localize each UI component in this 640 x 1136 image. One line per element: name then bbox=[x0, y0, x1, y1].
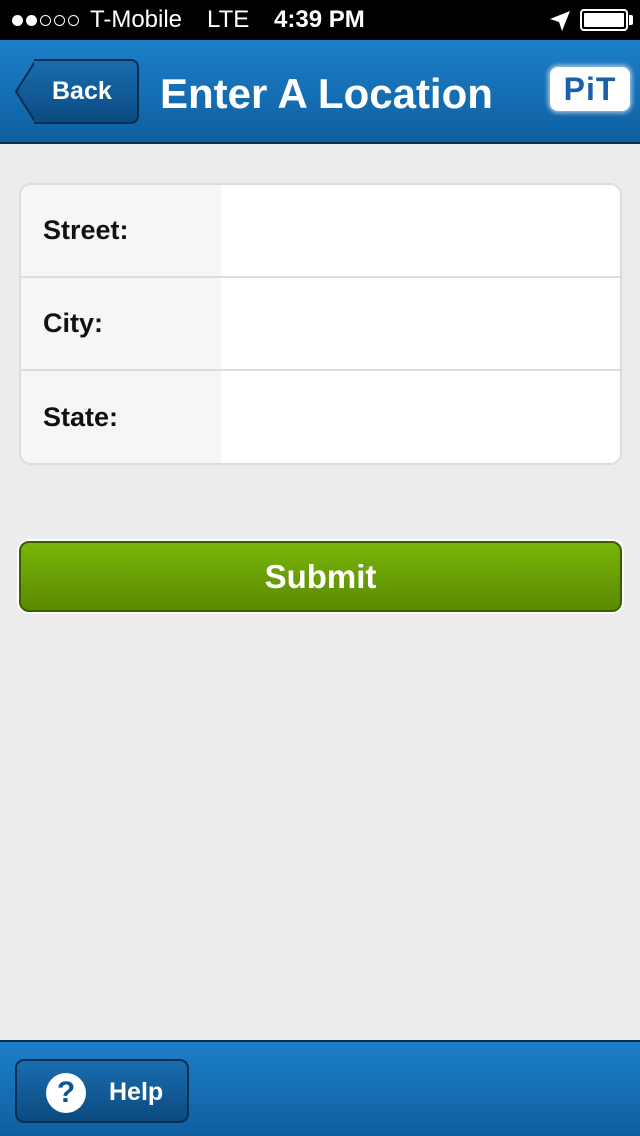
screen: T-Mobile LTE 4:39 PM Back Enter A Locati… bbox=[0, 0, 640, 1136]
city-row: City: bbox=[21, 278, 620, 371]
back-arrow-icon[interactable] bbox=[15, 59, 36, 124]
battery-level bbox=[584, 13, 624, 27]
help-icon: ? bbox=[46, 1073, 86, 1113]
back-button-label: Back bbox=[52, 77, 112, 105]
signal-dot bbox=[68, 14, 79, 26]
state-input[interactable] bbox=[221, 371, 620, 463]
status-time: 4:39 PM bbox=[274, 6, 365, 33]
battery-icon bbox=[580, 9, 628, 31]
submit-button-label: Submit bbox=[264, 557, 377, 595]
nav-bar: Back Enter A Location PiT bbox=[0, 40, 640, 144]
carrier-name: T-Mobile bbox=[90, 6, 183, 33]
street-label: Street: bbox=[21, 185, 221, 276]
pit-logo: PiT bbox=[550, 67, 630, 111]
location-form: Street: City: State: bbox=[19, 183, 622, 465]
signal-dot bbox=[12, 14, 23, 26]
signal-dot bbox=[40, 14, 51, 26]
city-label: City: bbox=[21, 278, 221, 369]
submit-button[interactable]: Submit bbox=[19, 541, 622, 612]
street-input[interactable] bbox=[221, 185, 620, 276]
signal-dot bbox=[54, 14, 65, 26]
state-label: State: bbox=[21, 371, 221, 463]
signal-strength-icon bbox=[12, 0, 79, 40]
back-button[interactable]: Back bbox=[34, 59, 139, 124]
bottom-toolbar: ? Help bbox=[0, 1040, 640, 1136]
city-input[interactable] bbox=[221, 278, 620, 369]
status-bar: T-Mobile LTE 4:39 PM bbox=[0, 0, 640, 40]
location-arrow-icon bbox=[550, 11, 570, 31]
help-button[interactable]: ? Help bbox=[15, 1059, 189, 1123]
signal-dot bbox=[26, 14, 37, 26]
battery-tip bbox=[629, 15, 633, 25]
page-title: Enter A Location bbox=[160, 70, 493, 117]
state-row: State: bbox=[21, 371, 620, 463]
network-type: LTE bbox=[207, 6, 250, 33]
street-row: Street: bbox=[21, 185, 620, 278]
help-button-label: Help bbox=[109, 1078, 164, 1106]
